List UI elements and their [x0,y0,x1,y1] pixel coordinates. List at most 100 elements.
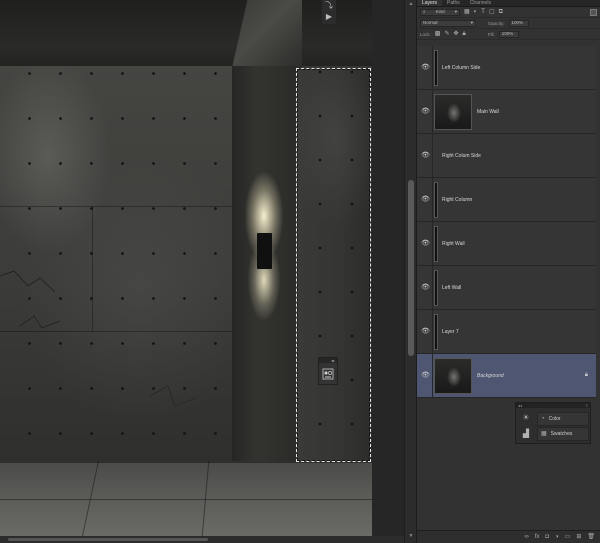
collapsed-panel-dock: ◂◂ ≡ ☀ ▟ ◔ Color ▦ Swatches [515,402,591,444]
layer-name[interactable]: Main Wall [477,108,499,116]
row-divider [432,46,433,89]
visibility-eye-icon[interactable]: 👁︎ [421,152,430,160]
visibility-eye-icon[interactable]: 👁︎ [421,108,430,116]
scroll-down-icon[interactable]: ▼ [407,533,415,539]
floor-joint [0,499,372,500]
new-group-icon[interactable]: ▭ [565,534,571,541]
search-icon: ⌕ [423,9,426,14]
filter-toggle-button[interactable] [590,8,597,16]
lock-row: Lock: ▩ ✎ ✥ 🔒︎ Fill: 100% [417,29,600,40]
visibility-eye-icon[interactable]: 👁︎ [421,328,430,336]
panel-tabs: Layers Paths Channels [417,0,600,7]
swatches-grid-icon: ▦ [541,430,547,437]
row-divider [432,178,433,221]
collapsed-tool-stack[interactable]: ⤵ ▶ [322,0,336,24]
floor [0,461,372,536]
visibility-eye-icon[interactable]: 👁︎ [421,64,430,72]
layer-name[interactable]: Background [477,372,504,380]
layer-row[interactable]: 👁︎ Left Wall [417,266,596,310]
layer-thumbnail[interactable] [434,314,438,350]
layer-thumbnail[interactable] [434,270,438,306]
sun-icon[interactable]: ☀ [518,410,534,426]
play-action-icon[interactable]: ▶ [322,11,336,22]
floating-mini-panel[interactable]: ◂▸ [318,357,338,385]
type-filter-icon[interactable]: T [481,9,485,16]
lock-image-icon[interactable]: ✎ [444,31,449,38]
main-wall [0,66,232,461]
layer-name[interactable]: Left Wall [442,284,461,292]
opacity-label: Opacity: [488,20,505,26]
scroll-up-icon[interactable]: ▲ [407,1,415,7]
layer-thumbnail[interactable] [434,182,438,218]
opacity-field[interactable]: 100% [508,19,529,27]
opacity-value: 100% [511,20,524,25]
selection-marquee[interactable] [296,68,371,462]
chevron-down-icon: ▾ [454,9,457,14]
color-panel-button[interactable]: ◔ Color [537,412,589,426]
layer-thumbnail[interactable] [434,50,438,86]
vertical-scrollbar[interactable]: ▲ ▼ [404,0,416,543]
new-layer-icon[interactable]: ⊞ [576,534,581,541]
visibility-eye-icon[interactable]: 👁︎ [421,240,430,248]
layer-name[interactable]: Right Colum Side [442,152,481,160]
visibility-eye-icon[interactable]: 👁︎ [421,372,430,380]
layer-name[interactable]: Right Wall [442,240,465,248]
row-divider [432,310,433,353]
swatches-panel-button[interactable]: ▦ Swatches [537,427,589,441]
layer-row[interactable]: 👁︎ Right Column [417,178,596,222]
wall-cracks [0,270,197,407]
horizontal-scroll-thumb[interactable] [8,538,208,541]
horizontal-scrollbar[interactable] [0,536,404,543]
row-divider [432,266,433,309]
blend-mode-value: Normal [423,20,438,25]
filter-kind-dropdown[interactable]: ⌕ Kind ▾ [420,8,460,16]
layer-thumbnail[interactable] [434,226,438,262]
adjustment-layer-icon[interactable]: ◑ [555,534,559,541]
visibility-eye-icon[interactable]: 👁︎ [421,196,430,204]
dock-entries: ◔ Color ▦ Swatches [537,412,589,442]
dock-header[interactable]: ◂◂ ≡ [516,403,590,408]
fill-label: Fill: [487,31,495,37]
tab-channels[interactable]: Channels [465,0,496,6]
blend-mode-dropdown[interactable]: Normal ▾ [420,19,476,27]
layer-thumbnail[interactable] [434,94,472,130]
trash-icon[interactable]: 🗑︎ [587,534,595,541]
vertical-scroll-thumb[interactable] [408,180,414,356]
tab-paths[interactable]: Paths [442,0,465,6]
layer-row[interactable]: 👁︎ Right Colum Side [417,134,596,178]
fill-value: 100% [501,31,514,36]
history-brush-icon[interactable]: ⤵ [322,0,336,11]
fill-field[interactable]: 100% [498,30,519,38]
layer-name[interactable]: Right Column [442,196,472,204]
smart-object-filter-icon[interactable]: ⧉ [499,9,503,16]
layer-row[interactable]: 👁︎ Background 🔒︎ [417,354,596,398]
pixel-filter-icon[interactable]: ▦ [464,9,470,16]
pasteboard [372,0,404,536]
tab-layers[interactable]: Layers [417,0,443,6]
blend-row: Normal ▾ Opacity: 100% [417,18,600,29]
layer-name[interactable]: Layer 7 [442,328,459,336]
document-canvas[interactable]: ⤵ ▶ ◂▸ [0,0,372,536]
lock-position-icon[interactable]: ✥ [453,31,458,38]
lock-all-icon[interactable]: 🔒︎ [463,31,466,38]
row-divider [432,90,433,133]
link-layers-icon[interactable]: ∞ [524,534,528,541]
adjustments-icon[interactable] [322,368,334,380]
swatches-panel-label: Swatches [550,431,573,437]
row-divider [432,134,433,177]
layer-row[interactable]: 👁︎ Right Wall [417,222,596,266]
lock-transparent-icon[interactable]: ▩ [435,31,441,38]
layer-row[interactable]: 👁︎ Left Column Side [417,46,596,90]
layer-row[interactable]: 👁︎ Layer 7 [417,310,596,354]
visibility-eye-icon[interactable]: 👁︎ [421,284,430,292]
add-mask-icon[interactable]: ◘ [545,534,549,541]
wall-lamp [257,233,272,269]
layer-style-icon[interactable]: fx [535,534,540,541]
layer-name[interactable]: Left Column Side [442,64,480,72]
layer-row[interactable]: 👁︎ Main Wall [417,90,596,134]
row-divider [432,222,433,265]
shape-filter-icon[interactable]: ▢ [489,9,495,16]
adjustment-filter-icon[interactable]: ◐ [474,9,478,16]
layer-thumbnail[interactable] [434,358,472,394]
histogram-icon[interactable]: ▟ [518,426,534,442]
